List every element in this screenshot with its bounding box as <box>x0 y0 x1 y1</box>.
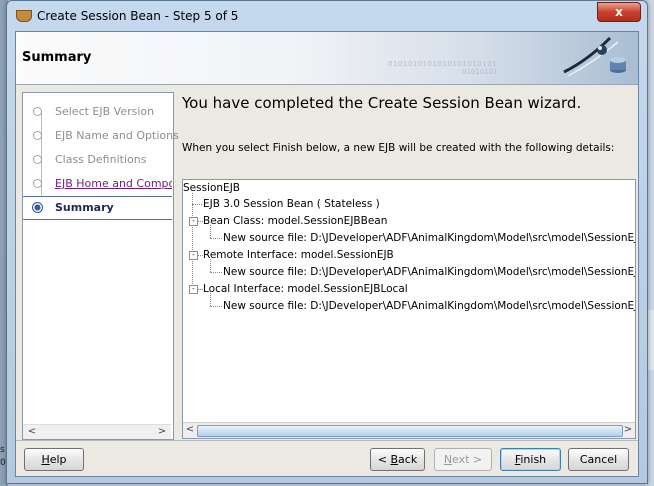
close-button[interactable]: x <box>597 2 641 22</box>
step-label: Class Definitions <box>55 153 147 166</box>
scroll-right-icon[interactable]: > <box>621 423 635 437</box>
scroll-left-icon[interactable]: < <box>25 425 39 439</box>
tree-connector <box>210 238 222 239</box>
step-label: Summary <box>55 201 114 214</box>
tree-horizontal-scrollbar[interactable]: < > <box>183 422 635 438</box>
coffee-cup-icon <box>16 10 32 22</box>
step-indicator-icon <box>33 107 42 116</box>
collapse-icon[interactable]: - <box>189 285 198 294</box>
wizard-graphic-icon <box>563 36 626 77</box>
tree-node-local-interface[interactable]: Local Interface: model.SessionEJBLocal <box>203 283 408 295</box>
tree-node-bean-class[interactable]: Bean Class: model.SessionEJBBean <box>203 215 387 227</box>
current-step-icon <box>32 202 43 213</box>
finish-button[interactable]: Finish <box>500 448 561 471</box>
tree-node-remote-interface[interactable]: Remote Interface: model.SessionEJB <box>203 249 394 261</box>
tree-node-session-bean[interactable]: EJB 3.0 Session Bean ( Stateless ) <box>203 198 380 210</box>
scrollbar-thumb[interactable] <box>197 425 623 437</box>
help-label: elp <box>49 453 67 466</box>
back-mnemonic: B <box>390 453 399 466</box>
tree-connector <box>192 204 202 205</box>
step-select-ejb-version[interactable]: Select EJB Version <box>23 101 172 123</box>
tree-node-remote-interface-file[interactable]: New source file: D:\JDeveloper\ADF\Anima… <box>223 266 635 278</box>
wizard-header: Summary 0101010101010101010101 01010101 <box>16 32 638 85</box>
tree-connector <box>210 306 222 307</box>
tree-connector <box>210 272 222 273</box>
next-label: ext > <box>452 453 483 466</box>
step-ejb-home-and-component[interactable]: EJB Home and Component Interfaces <box>23 173 172 195</box>
header-binary-text-2: 01010101 <box>462 68 498 76</box>
next-mnemonic: N <box>443 453 453 466</box>
step-class-definitions[interactable]: Class Definitions <box>23 149 172 171</box>
step-indicator-icon <box>33 155 42 164</box>
step-ejb-name-and-options[interactable]: EJB Name and Options <box>23 125 179 147</box>
page-title: Summary <box>22 50 92 65</box>
scroll-left-icon[interactable]: < <box>183 423 197 437</box>
back-prefix: < <box>377 453 391 466</box>
tree-node-local-interface-file[interactable]: New source file: D:\JDeveloper\ADF\Anima… <box>223 300 635 312</box>
help-button[interactable]: Help <box>24 448 84 471</box>
help-mnemonic: H <box>41 453 50 466</box>
collapse-icon[interactable]: - <box>189 251 198 260</box>
button-bar-separator <box>16 440 638 441</box>
step-indicator-icon <box>33 179 42 188</box>
tree-root[interactable]: SessionEJB <box>183 182 240 194</box>
completion-heading: You have completed the Create Session Be… <box>182 94 582 112</box>
wizard-body: Summary 0101010101010101010101 01010101 … <box>15 31 639 477</box>
tree-connector <box>192 193 193 290</box>
wizard-window: Create Session Bean - Step 5 of 5 x Summ… <box>6 0 648 484</box>
step-indicator-icon <box>33 131 42 140</box>
step-label: EJB Name and Options <box>55 129 179 142</box>
tree-node-bean-class-file[interactable]: New source file: D:\JDeveloper\ADF\Anima… <box>223 232 635 244</box>
train-horizontal-scrollbar[interactable]: < > <box>23 424 171 439</box>
cancel-button[interactable]: Cancel <box>568 448 629 471</box>
scroll-right-icon[interactable]: > <box>155 425 169 439</box>
window-title: Create Session Bean - Step 5 of 5 <box>37 9 239 23</box>
collapse-icon[interactable]: - <box>189 217 198 226</box>
back-button[interactable]: < Back <box>370 448 425 471</box>
summary-tree[interactable]: SessionEJB EJB 3.0 Session Bean ( Statel… <box>182 179 636 439</box>
step-summary[interactable]: Summary <box>23 196 172 220</box>
completion-description: When you select Finish below, a new EJB … <box>182 142 615 154</box>
next-button[interactable]: Next > <box>434 448 492 471</box>
header-binary-text: 0101010101010101010101 <box>388 60 497 68</box>
wizard-step-train: Select EJB Version EJB Name and Options … <box>22 92 179 440</box>
step-label: Select EJB Version <box>55 105 155 118</box>
finish-label: inish <box>520 453 547 466</box>
step-label: EJB Home and Component Interfaces <box>55 177 172 190</box>
back-label: ack <box>398 453 418 466</box>
title-bar[interactable]: Create Session Bean - Step 5 of 5 x <box>7 1 647 31</box>
